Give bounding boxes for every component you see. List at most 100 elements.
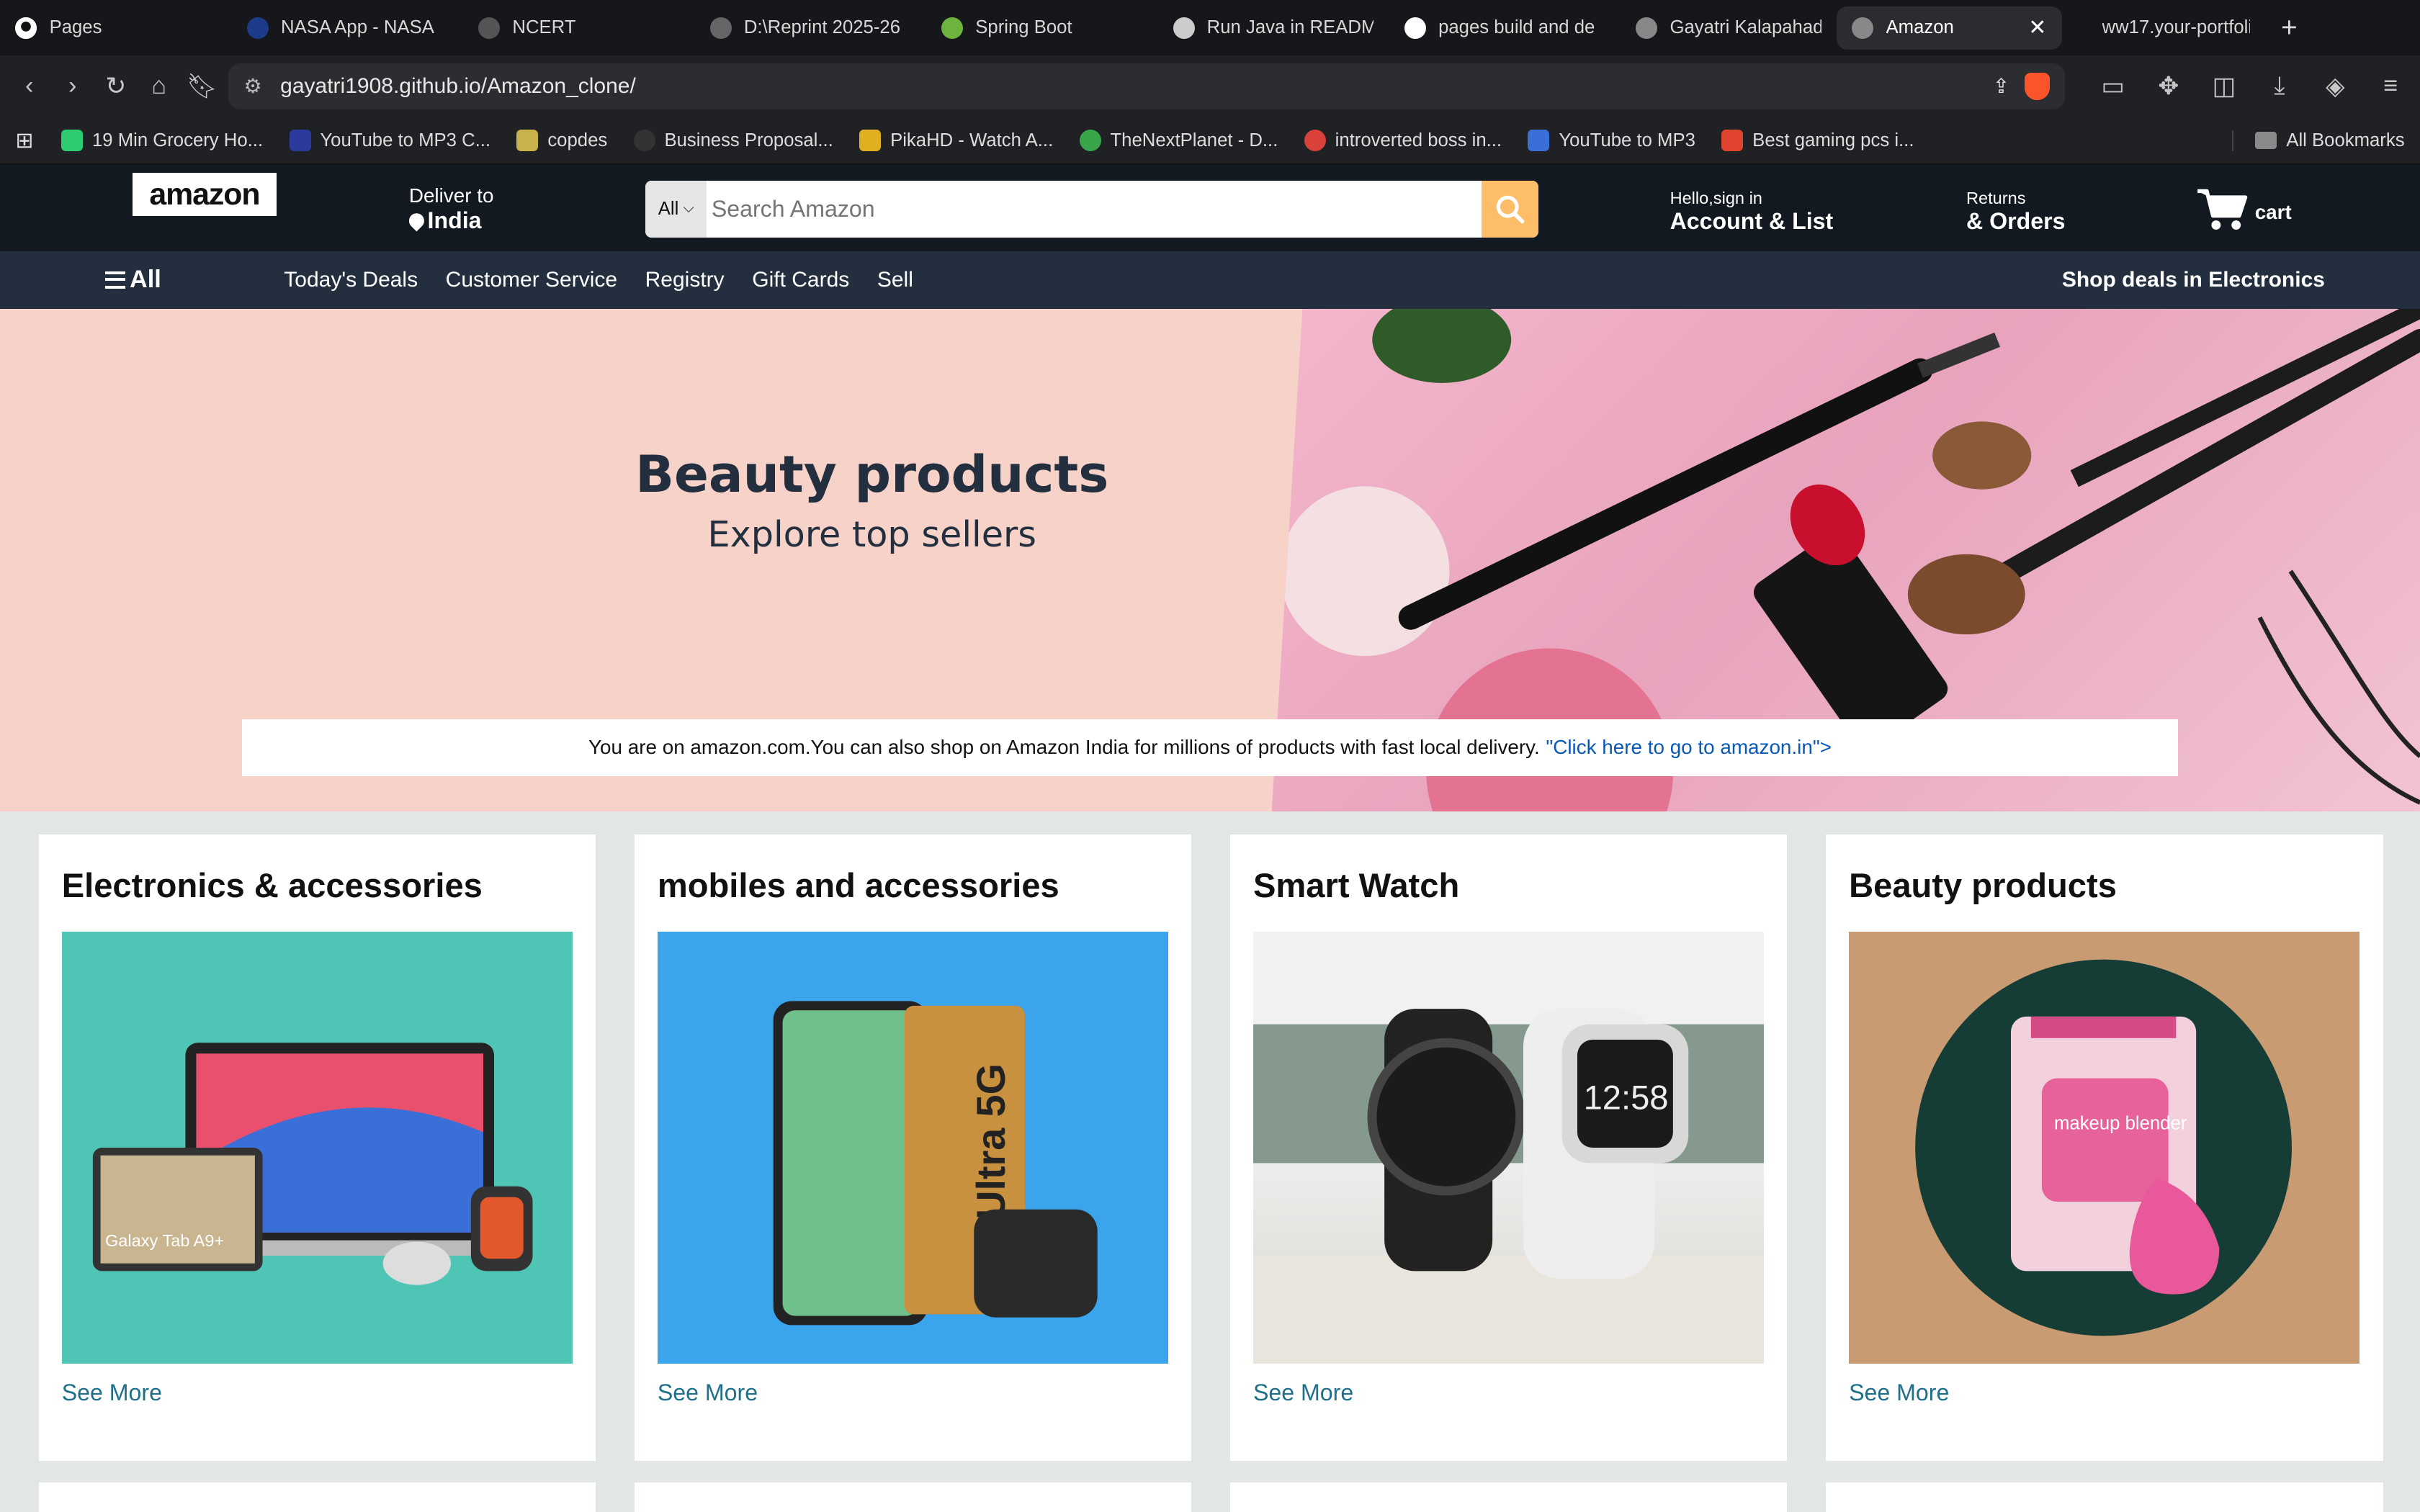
electronics-image[interactable]: Galaxy Tab A9+	[61, 931, 573, 1364]
bookmark-label: YouTube to MP3	[1559, 130, 1695, 150]
search-icon	[1497, 195, 1525, 224]
new-tab-icon[interactable]: +	[2281, 12, 2298, 44]
card-mobiles: mobiles and accessories S23 Ultra 5G See…	[634, 834, 1192, 1462]
all-bookmarks[interactable]: All Bookmarks	[2232, 130, 2405, 151]
tab-title: pages build and de	[1438, 17, 1595, 38]
bookmark-item[interactable]: Business Proposal...	[633, 130, 833, 152]
bookmark-item[interactable]: Best gaming pcs i...	[1721, 130, 1914, 152]
vpn-icon[interactable]: ◈	[2318, 69, 2352, 103]
chevron-down-icon: ⌵	[683, 201, 694, 217]
nav-todays-deals[interactable]: Today's Deals	[284, 268, 418, 292]
search-input[interactable]	[707, 180, 1482, 238]
close-tab-icon[interactable]: ✕	[2028, 15, 2046, 40]
product-label: makeup blender	[2054, 1113, 2187, 1133]
shop-deals-link[interactable]: Shop deals in Electronics	[2062, 268, 2325, 292]
see-more-link[interactable]: See More	[1253, 1380, 1353, 1406]
bookmark-label: PikaHD - Watch A...	[890, 130, 1054, 150]
account-label: Account & List	[1670, 208, 1834, 235]
proposal-icon	[633, 130, 655, 152]
tab-run-java[interactable]: Run Java in READM	[1157, 6, 1389, 50]
bookmark-label: copdes	[547, 130, 608, 150]
back-icon[interactable]: ‹	[12, 69, 46, 103]
github-icon	[15, 17, 37, 39]
bookmark-item[interactable]: copdes	[516, 130, 608, 152]
deliver-country: India	[427, 207, 482, 234]
reload-icon[interactable]: ↻	[99, 69, 133, 103]
bookmark-icon[interactable]: 🔖︎	[185, 69, 219, 103]
tab-title: Gayatri Kalapahada	[1670, 17, 1821, 38]
tab-nasa[interactable]: NASA App - NASA	[231, 6, 462, 50]
all-menu-button[interactable]: All	[104, 266, 161, 294]
bookmark-label: Business Proposal...	[664, 130, 833, 150]
nav-gift-cards[interactable]: Gift Cards	[752, 268, 849, 292]
bookmark-item[interactable]: 19 Min Grocery Ho...	[61, 130, 263, 152]
menu-icon[interactable]: ≡	[2374, 69, 2408, 103]
tab-pages-build[interactable]: pages build and de	[1389, 6, 1621, 50]
tab-reprint[interactable]: D:\Reprint 2025-26	[694, 6, 926, 50]
share-icon[interactable]: ⇪	[1993, 74, 2009, 98]
tab-ncert[interactable]: NCERT	[463, 6, 694, 50]
smartwatch-image[interactable]: 12:58	[1252, 931, 1765, 1364]
cart-button[interactable]: cart	[2196, 186, 2292, 233]
tab-portfolio[interactable]: ww17.your-portfolio	[2062, 6, 2266, 50]
account-menu[interactable]: Hello,sign in Account & List	[1670, 186, 1834, 233]
tab-title: ww17.your-portfolio	[2102, 17, 2251, 38]
search-button[interactable]	[1482, 180, 1539, 238]
deliver-to[interactable]: Deliver to India	[405, 184, 493, 234]
all-label: All	[129, 266, 161, 294]
card-electronics: Electronics & accessories Galaxy Tab A9+…	[38, 834, 596, 1462]
watch-time-label: 12:58	[1584, 1078, 1669, 1116]
globe-icon	[1636, 17, 1658, 39]
beauty-image[interactable]: makeup blender	[1849, 931, 2360, 1364]
wallet-icon[interactable]: ▭	[2096, 69, 2130, 103]
amazon-logo[interactable]: amazon	[133, 172, 277, 216]
url-bar[interactable]: ⚙ gayatri1908.github.io/Amazon_clone/ ⇪	[228, 63, 2066, 110]
forward-icon[interactable]: ›	[55, 69, 89, 103]
tab-title: NASA App - NASA	[280, 17, 434, 38]
folder-icon	[2255, 132, 2277, 149]
card-beauty: Beauty products makeup blender See More	[1825, 834, 2383, 1462]
search-bar: All ⌵	[645, 180, 1539, 238]
see-more-link[interactable]: See More	[658, 1380, 758, 1406]
bookmark-item[interactable]: introverted boss in...	[1304, 130, 1502, 152]
hamburger-icon	[104, 271, 125, 289]
tab-spring-boot[interactable]: Spring Boot	[926, 6, 1157, 50]
tab-amazon[interactable]: Amazon ✕	[1836, 6, 2062, 50]
hero-title: Beauty products	[635, 444, 1109, 505]
leo-icon[interactable]: ◫	[2207, 69, 2241, 103]
returns-orders[interactable]: Returns & Orders	[1966, 186, 2065, 233]
tab-gayatri[interactable]: Gayatri Kalapahada	[1621, 6, 1837, 50]
amazon-india-notice: You are on amazon.com.You can also shop …	[242, 719, 2178, 776]
home-icon[interactable]: ⌂	[142, 69, 176, 103]
nav-customer-service[interactable]: Customer Service	[446, 268, 617, 292]
bookmark-item[interactable]: YouTube to MP3	[1528, 130, 1695, 152]
bookmark-item[interactable]: TheNextPlanet - D...	[1079, 130, 1278, 152]
amazon-in-link[interactable]: "Click here to go to amazon.in">	[1546, 736, 1832, 759]
tab-title: NCERT	[512, 17, 576, 38]
card-title: Smart Watch	[1252, 866, 1460, 905]
mobiles-image[interactable]: S23 Ultra 5G	[657, 931, 1169, 1364]
ncert-icon	[478, 17, 501, 39]
browser-tab-bar: Pages NASA App - NASA NCERT D:\Reprint 2…	[0, 0, 2420, 56]
bookmarks-bar: ⊞ 19 Min Grocery Ho... YouTube to MP3 C.…	[0, 117, 2420, 166]
amazon-subnav: All Today's Deals Customer Service Regis…	[0, 251, 2420, 309]
see-more-link[interactable]: See More	[1849, 1380, 1949, 1406]
apps-grid-icon[interactable]: ⊞	[15, 128, 33, 153]
search-category-select[interactable]: All ⌵	[645, 180, 707, 238]
download-icon[interactable]: ⤓	[2262, 69, 2296, 103]
see-more-link[interactable]: See More	[62, 1380, 162, 1406]
nav-registry[interactable]: Registry	[645, 268, 725, 292]
category-cards: Electronics & accessories Galaxy Tab A9+…	[38, 834, 2383, 1462]
bookmark-item[interactable]: YouTube to MP3 C...	[289, 130, 491, 152]
brave-shields-icon[interactable]	[2025, 72, 2050, 101]
card-placeholder	[1229, 1482, 1788, 1512]
bookmark-label: YouTube to MP3 C...	[320, 130, 491, 150]
nav-sell[interactable]: Sell	[877, 268, 913, 292]
extensions-icon[interactable]: ✥	[2151, 69, 2185, 103]
card-title: Electronics & accessories	[61, 866, 483, 905]
site-settings-icon[interactable]: ⚙	[243, 74, 261, 98]
address-toolbar: ‹ › ↻ ⌂ 🔖︎ ⚙ gayatri1908.github.io/Amazo…	[0, 55, 2420, 117]
card-smartwatch: Smart Watch 12:58 See More	[1229, 834, 1788, 1462]
tab-pages[interactable]: Pages	[0, 6, 231, 50]
bookmark-item[interactable]: PikaHD - Watch A...	[859, 130, 1054, 152]
